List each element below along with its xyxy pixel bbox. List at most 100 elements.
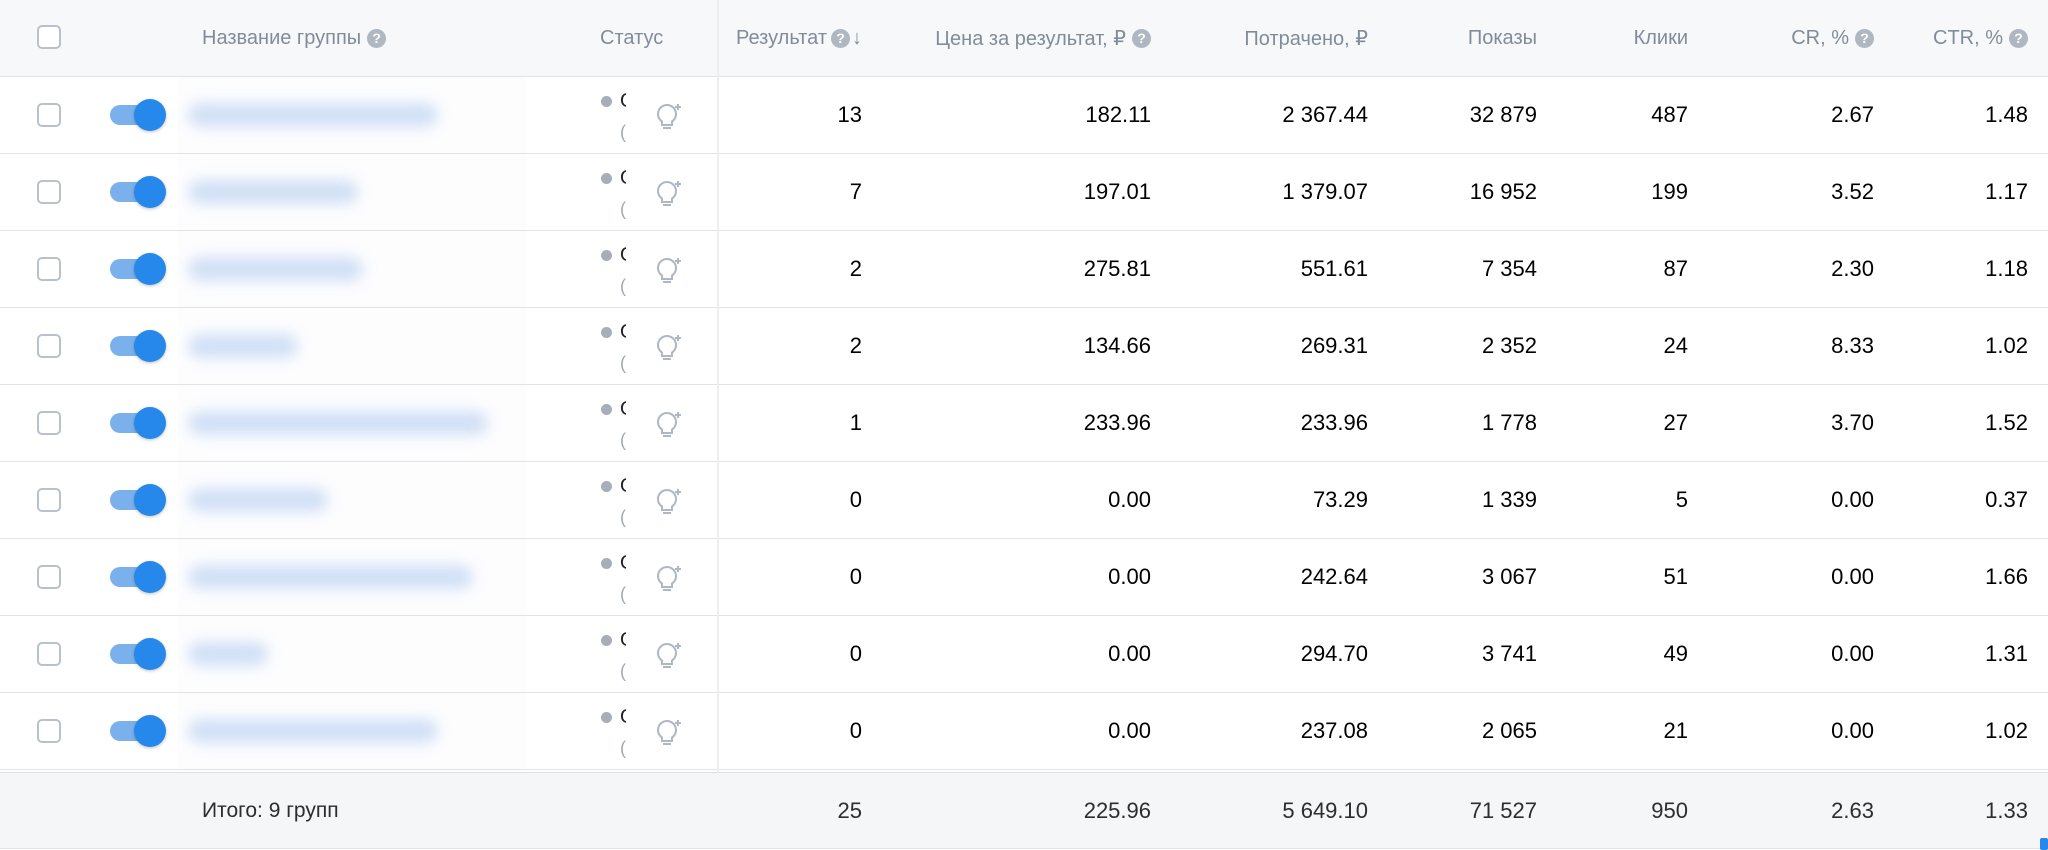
column-header-ctr[interactable]: CTR, %? xyxy=(1900,0,2028,76)
group-name-redacted[interactable] xyxy=(178,539,526,615)
row-checkbox[interactable] xyxy=(37,642,61,666)
status-subtext: ( xyxy=(620,353,626,373)
column-header-impressions[interactable]: Показы xyxy=(1400,0,1537,76)
row-checkbox[interactable] xyxy=(37,411,61,435)
cr-value: 0.00 xyxy=(1831,641,1874,666)
table-row[interactable]: О ( 0 0.00 237.08 2 065 21 0.00 1.02 xyxy=(0,693,2048,770)
status-dot xyxy=(601,250,612,261)
row-toggle[interactable] xyxy=(110,251,166,287)
column-header-clicks[interactable]: Клики xyxy=(1560,0,1688,76)
row-checkbox[interactable] xyxy=(37,103,61,127)
row-checkbox[interactable] xyxy=(37,334,61,358)
help-icon[interactable]: ? xyxy=(831,28,850,48)
clicks-value: 24 xyxy=(1663,333,1688,358)
lightbulb-icon[interactable] xyxy=(652,99,686,133)
total-cr: 2.63 xyxy=(1831,797,1874,823)
help-icon[interactable]: ? xyxy=(1132,28,1151,48)
row-toggle[interactable] xyxy=(110,174,166,210)
table-row[interactable]: О ( 0 0.00 242.64 3 067 51 0.00 1.66 xyxy=(0,539,2048,616)
table-row[interactable]: О ( 13 182.11 2 367.44 32 879 487 2.67 1… xyxy=(0,77,2048,154)
cr-value: 2.30 xyxy=(1831,256,1874,281)
group-name-redacted[interactable] xyxy=(178,154,526,230)
total-impressions: 71 527 xyxy=(1469,797,1537,823)
status-dot xyxy=(601,635,612,646)
lightbulb-icon[interactable] xyxy=(652,715,686,749)
table-row[interactable]: О ( 2 275.81 551.61 7 354 87 2.30 1.18 xyxy=(0,231,2048,308)
lightbulb-icon[interactable] xyxy=(652,407,686,441)
row-toggle[interactable] xyxy=(110,97,166,133)
group-name-redacted[interactable] xyxy=(178,77,526,153)
row-checkbox[interactable] xyxy=(37,180,61,204)
select-all-checkbox[interactable] xyxy=(37,25,61,49)
column-header-cr[interactable]: CR, %? xyxy=(1720,0,1874,76)
total-result: 25 xyxy=(837,797,862,823)
result-value: 7 xyxy=(849,179,862,204)
row-toggle[interactable] xyxy=(110,482,166,518)
row-toggle[interactable] xyxy=(110,636,166,672)
help-icon[interactable]: ? xyxy=(1855,28,1874,48)
lightbulb-icon[interactable] xyxy=(652,638,686,672)
status-text: О xyxy=(620,90,626,113)
table-row[interactable]: О ( 7 197.01 1 379.07 16 952 199 3.52 1.… xyxy=(0,154,2048,231)
cr-value: 3.52 xyxy=(1831,179,1874,204)
lightbulb-icon[interactable] xyxy=(652,561,686,595)
group-name-redacted[interactable] xyxy=(178,693,526,769)
sort-arrow-down-icon[interactable]: ↓ xyxy=(852,27,862,50)
group-name-redacted[interactable] xyxy=(178,231,526,307)
price-value: 182.11 xyxy=(1085,102,1151,127)
group-name-redacted[interactable] xyxy=(178,385,526,461)
impressions-value: 2 352 xyxy=(1481,333,1537,358)
status-subtext: ( xyxy=(620,276,626,296)
table-row[interactable]: О ( 0 0.00 73.29 1 339 5 0.00 0.37 xyxy=(0,462,2048,539)
help-icon[interactable]: ? xyxy=(367,28,387,48)
table-totals-row: Итого: 9 групп 25 225.96 5 649.10 71 527… xyxy=(0,772,2048,849)
table-row[interactable]: О ( 2 134.66 269.31 2 352 24 8.33 1.02 xyxy=(0,308,2048,385)
row-toggle[interactable] xyxy=(110,713,166,749)
result-value: 13 xyxy=(837,102,862,127)
ctr-value: 1.18 xyxy=(1985,256,2028,281)
column-header-price-per-result[interactable]: Цена за результат, ₽? xyxy=(900,0,1151,76)
result-value: 1 xyxy=(849,410,862,435)
price-value: 0.00 xyxy=(1108,564,1151,589)
lightbulb-icon[interactable] xyxy=(652,176,686,210)
row-checkbox[interactable] xyxy=(37,719,61,743)
row-checkbox[interactable] xyxy=(37,565,61,589)
total-spent: 5 649.10 xyxy=(1282,797,1368,823)
row-toggle[interactable] xyxy=(110,559,166,595)
row-toggle[interactable] xyxy=(110,405,166,441)
column-header-result[interactable]: Результат? ↓ xyxy=(700,0,862,76)
clicks-value: 199 xyxy=(1651,179,1688,204)
status-text: О xyxy=(620,475,626,498)
row-checkbox[interactable] xyxy=(37,488,61,512)
cr-value: 0.00 xyxy=(1831,564,1874,589)
status-subtext: ( xyxy=(620,430,626,450)
cr-value: 0.00 xyxy=(1831,487,1874,512)
ctr-value: 1.02 xyxy=(1985,333,2028,358)
result-value: 2 xyxy=(849,256,862,281)
status-text: О xyxy=(620,552,626,575)
impressions-value: 2 065 xyxy=(1481,718,1537,743)
lightbulb-icon[interactable] xyxy=(652,253,686,287)
group-name-redacted[interactable] xyxy=(178,616,526,692)
column-header-spent[interactable]: Потрачено, ₽ xyxy=(1180,0,1368,76)
column-header-group-name[interactable]: Название группы? xyxy=(202,0,387,76)
column-header-status[interactable]: Статус xyxy=(600,0,663,76)
group-name-redacted[interactable] xyxy=(178,462,526,538)
spent-value: 1 379.07 xyxy=(1282,179,1368,204)
impressions-value: 16 952 xyxy=(1469,179,1537,204)
ctr-value: 0.37 xyxy=(1985,487,2028,512)
row-toggle[interactable] xyxy=(110,328,166,364)
group-name-redacted[interactable] xyxy=(178,308,526,384)
lightbulb-icon[interactable] xyxy=(652,330,686,364)
clicks-value: 49 xyxy=(1663,641,1688,666)
help-icon[interactable]: ? xyxy=(2009,28,2028,48)
clicks-value: 27 xyxy=(1663,410,1688,435)
table-row[interactable]: О ( 0 0.00 294.70 3 741 49 0.00 1.31 xyxy=(0,616,2048,693)
row-checkbox[interactable] xyxy=(37,257,61,281)
price-value: 197.01 xyxy=(1083,179,1151,204)
total-ctr: 1.33 xyxy=(1985,797,2028,823)
table-row[interactable]: О ( 1 233.96 233.96 1 778 27 3.70 1.52 xyxy=(0,385,2048,462)
lightbulb-icon[interactable] xyxy=(652,484,686,518)
scroll-indicator[interactable] xyxy=(2040,838,2048,850)
clicks-value: 21 xyxy=(1663,718,1688,743)
